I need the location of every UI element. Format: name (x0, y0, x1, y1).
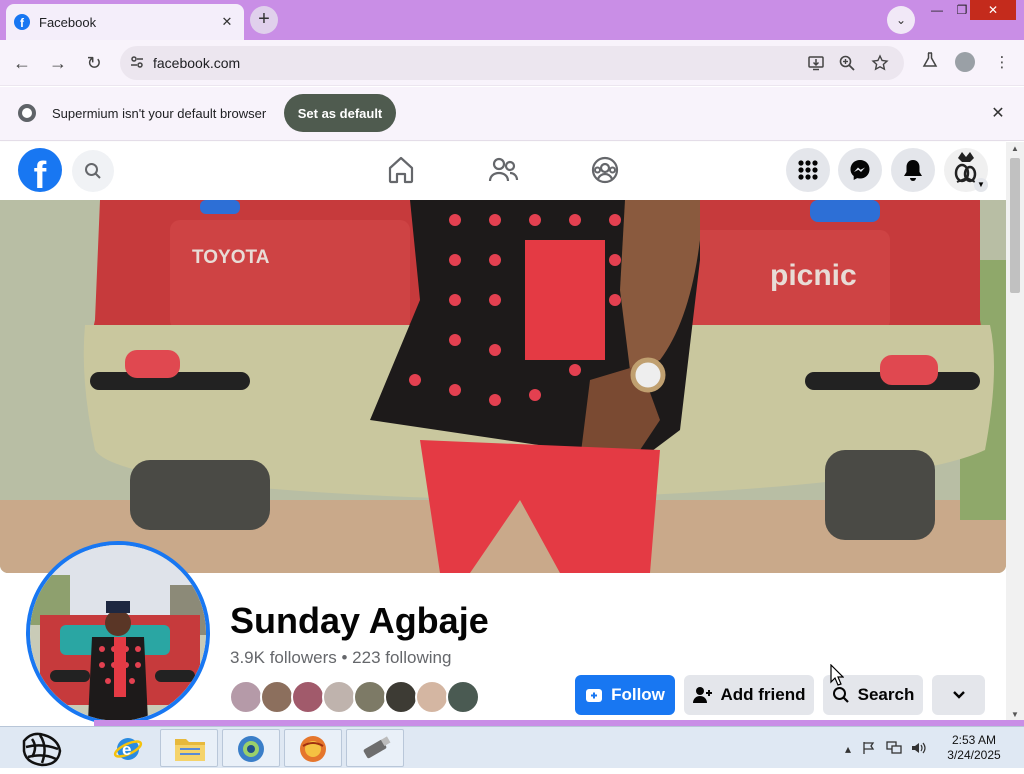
tab-title: Facebook (39, 14, 97, 30)
messenger-icon (850, 160, 870, 180)
grid-icon (798, 160, 818, 180)
site-info-icon[interactable] (128, 54, 146, 72)
account-chevron-down-icon[interactable]: ▼ (974, 178, 988, 192)
address-url: facebook.com (153, 55, 241, 71)
friend-avatar[interactable] (446, 680, 480, 714)
scrollbar-thumb[interactable] (1010, 158, 1020, 293)
usb-drive-icon (363, 736, 391, 759)
cover-picnic-text: picnic (770, 259, 857, 292)
folder-icon (175, 739, 205, 761)
default-browser-infobar: Supermium isn't your default browser Set… (0, 87, 1024, 141)
friend-avatar[interactable] (291, 680, 325, 714)
reload-button[interactable]: ↻ (81, 50, 107, 76)
scroll-up-arrow-icon[interactable]: ▲ (1006, 142, 1024, 156)
search-icon (832, 687, 849, 703)
profile-account-icon[interactable] (955, 52, 975, 72)
page-scrollbar[interactable]: ▲ ▼ (1006, 142, 1024, 722)
taskbar-clock[interactable]: 2:53 AM 3/24/2025 (944, 733, 1004, 763)
zoom-icon[interactable] (837, 54, 857, 74)
facebook-header: f ▼ (0, 142, 1006, 200)
globe-media-icon (238, 736, 264, 762)
profile-picture-image (30, 545, 206, 721)
add-friend-button[interactable]: Add friend (684, 675, 814, 715)
facebook-logo-icon[interactable]: f (18, 148, 62, 192)
volume-icon[interactable] (911, 741, 927, 755)
action-center-flag-icon[interactable] (862, 741, 876, 755)
svg-text:e: e (122, 740, 131, 759)
menu-grid-button[interactable] (786, 148, 830, 192)
browser-menu-icon[interactable]: ⋮ (990, 51, 1014, 75)
forward-button[interactable]: → (45, 50, 71, 76)
more-options-button[interactable] (932, 675, 985, 715)
start-button[interactable] (18, 727, 66, 769)
network-icon[interactable] (886, 741, 902, 755)
set-as-default-button[interactable]: Set as default (284, 94, 396, 132)
profile-follow-stats[interactable]: 3.9K followers • 223 following (230, 648, 451, 668)
cover-photo[interactable]: TOYOTA picnic (0, 200, 1006, 573)
browser-tab-strip: f Facebook ✕ + ⌄ — ❐ ✕ (0, 0, 1024, 40)
taskbar-usb-app[interactable] (346, 729, 404, 767)
infobar-close-icon[interactable]: ✕ (988, 103, 1008, 123)
start-logo-icon (22, 732, 62, 767)
mouse-cursor-icon (830, 664, 844, 686)
profile-name: Sunday Agbaje (230, 600, 489, 641)
follow-plus-icon (586, 689, 603, 702)
bookmark-star-icon[interactable] (870, 54, 890, 74)
notifications-button[interactable] (891, 148, 935, 192)
clock-time: 2:53 AM (951, 733, 997, 747)
search-label: Search (857, 685, 915, 704)
taskbar-internet-explorer[interactable]: e (98, 729, 156, 767)
address-bar[interactable]: facebook.com (120, 46, 904, 80)
browser-app-icon (300, 736, 326, 762)
taskbar-browser-app[interactable] (284, 729, 342, 767)
friend-avatar[interactable] (415, 680, 449, 714)
friend-avatar[interactable] (353, 680, 387, 714)
follow-button[interactable]: Follow (575, 675, 675, 715)
back-button[interactable]: ← (9, 50, 35, 76)
internet-explorer-icon: e (113, 738, 143, 760)
system-tray: ▴ (845, 741, 927, 756)
search-icon (85, 163, 101, 179)
show-hidden-icons-icon[interactable]: ▴ (845, 742, 851, 756)
messenger-button[interactable] (838, 148, 882, 192)
window-close-button[interactable]: ✕ (970, 0, 1016, 20)
cover-photo-image: TOYOTA picnic (0, 200, 1006, 573)
friend-avatar[interactable] (384, 680, 418, 714)
tab-search-dropdown-button[interactable]: ⌄ (887, 6, 915, 34)
browser-toolbar: ← → ↻ facebook.com ⋮ (0, 40, 1024, 86)
tab-facebook[interactable]: f Facebook ✕ (6, 4, 244, 40)
home-tab-icon[interactable] (385, 154, 417, 186)
profile-picture[interactable] (26, 541, 210, 725)
follow-label: Follow (611, 685, 665, 704)
groups-tab-icon[interactable] (589, 154, 621, 186)
infobar-message: Supermium isn't your default browser (52, 106, 267, 121)
clock-date: 3/24/2025 (947, 748, 1001, 762)
bell-icon (904, 160, 922, 181)
taskbar-file-explorer[interactable] (160, 729, 218, 767)
facebook-favicon-icon: f (14, 14, 30, 30)
install-app-icon[interactable] (806, 54, 826, 74)
windows-taskbar: e ▴ 2:53 AM 3/24/2025 (0, 726, 1024, 768)
browser-logo-icon (18, 104, 36, 122)
friend-avatar[interactable] (260, 680, 294, 714)
facebook-search-button[interactable] (72, 150, 114, 192)
tab-close-icon[interactable]: ✕ (218, 14, 236, 30)
chevron-down-icon (952, 691, 965, 699)
labs-flask-icon[interactable] (918, 51, 942, 75)
add-friend-label: Add friend (720, 685, 806, 704)
cover-toyota-text: TOYOTA (192, 247, 270, 268)
friends-tab-icon[interactable] (487, 154, 519, 186)
new-tab-button[interactable]: + (250, 6, 278, 34)
friend-avatar[interactable] (322, 680, 356, 714)
taskbar-media-app[interactable] (222, 729, 280, 767)
friend-avatar[interactable] (229, 680, 263, 714)
add-friend-icon (692, 687, 712, 703)
